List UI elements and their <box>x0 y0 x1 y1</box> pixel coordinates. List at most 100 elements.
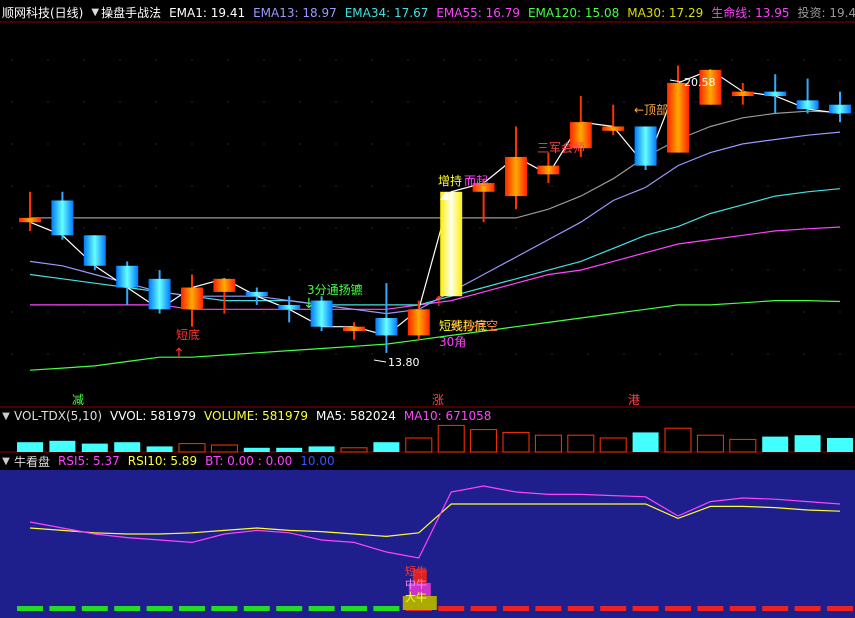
grid-dot <box>83 269 85 271</box>
grid-dot <box>587 353 589 355</box>
grid-dot <box>47 269 49 271</box>
grid-dot <box>515 353 517 355</box>
volume-bar <box>794 435 821 452</box>
trend-strip-segment <box>373 606 400 611</box>
grid-dot <box>623 143 625 145</box>
candle-body <box>829 104 851 114</box>
grid-dot <box>551 101 553 103</box>
volume-bar <box>81 443 108 452</box>
candle-body <box>278 304 301 310</box>
grid-dot <box>659 227 661 229</box>
trend-strip-segment <box>17 606 43 611</box>
grid-dot <box>11 311 13 313</box>
volume-bar <box>308 446 335 452</box>
grid-dot <box>83 143 85 145</box>
grid-dot <box>443 143 445 145</box>
grid-dot <box>191 185 193 187</box>
grid-dot <box>839 59 841 61</box>
grid-dot <box>263 101 265 103</box>
candle-body <box>634 126 657 166</box>
trend-strip-segment <box>114 606 141 611</box>
grid-dot <box>731 227 733 229</box>
candle-body <box>148 278 171 310</box>
grid-dot <box>551 311 553 313</box>
trend-strip-segment <box>179 606 205 611</box>
grid-dot <box>263 269 265 271</box>
candle-body <box>505 156 527 197</box>
candle-body <box>19 217 41 223</box>
volume-bar <box>373 442 400 452</box>
trend-strip-segment <box>438 606 465 611</box>
rise-label-right: 而起 <box>464 174 488 188</box>
grid-dot <box>155 311 157 313</box>
grid-dot <box>371 227 373 229</box>
volume-bar <box>210 444 238 453</box>
trend-strip-segment <box>762 606 789 611</box>
grid-dot <box>119 59 121 61</box>
volume-bar <box>49 440 76 452</box>
grid-dot <box>767 353 769 355</box>
grid-dot <box>767 143 769 145</box>
grid-dot <box>407 101 409 103</box>
candle-body <box>51 200 74 236</box>
grid-dot <box>443 101 445 103</box>
grid-dot <box>767 311 769 313</box>
trend-strip-segment <box>535 606 562 611</box>
grid-dot <box>839 269 841 271</box>
stock-chart[interactable]: 20.5813.80短底↑3分通扬镳↓增持 而起↑三军会师←顶部短线抄底天马行空3… <box>0 0 855 618</box>
volume-bar <box>17 442 43 452</box>
candle-body <box>116 265 139 288</box>
grid-dot <box>479 269 481 271</box>
grid-dot <box>119 101 121 103</box>
grid-dot <box>659 269 661 271</box>
volume-bar <box>178 443 206 453</box>
grid-dot <box>11 59 13 61</box>
grid-dot <box>731 59 733 61</box>
grid-dot <box>371 185 373 187</box>
grid-dot <box>335 227 337 229</box>
trend-strip-segment <box>308 606 335 611</box>
grid-dot <box>227 227 229 229</box>
grid-dot <box>479 143 481 145</box>
candle-body <box>764 91 787 96</box>
grid-dot <box>227 143 229 145</box>
grid-dot <box>155 269 157 271</box>
grid-dot <box>443 353 445 355</box>
trend-strip-segment <box>243 606 270 611</box>
grid-dot <box>407 185 409 187</box>
grid-dot <box>407 143 409 145</box>
grid-dot <box>299 101 301 103</box>
volume-bar <box>664 427 692 453</box>
grid-dot <box>119 311 121 313</box>
jump-label-sky: 天马行空 <box>450 319 498 333</box>
three-soldiers-label: 三军会师 <box>537 141 585 155</box>
candle-body <box>213 278 236 292</box>
ema120-line <box>29 300 841 371</box>
three-way-pattern-label: 3分通扬镳 <box>307 282 363 297</box>
grid-dot <box>83 227 85 229</box>
grid-dot <box>119 227 121 229</box>
candle-body <box>407 309 430 336</box>
grid-dot <box>407 227 409 229</box>
candle-body <box>375 318 398 336</box>
grid-dot <box>11 143 13 145</box>
grid-dot <box>83 311 85 313</box>
grid-dot <box>227 269 229 271</box>
grid-dot <box>479 353 481 355</box>
bull-big-label: 大牛 <box>405 590 427 604</box>
grid-dot <box>11 227 13 229</box>
candle-body <box>440 191 463 297</box>
candle-body <box>537 165 560 175</box>
marker-up-label: 涨 <box>432 392 444 407</box>
grid-dot <box>47 353 49 355</box>
volume-bar <box>243 447 270 452</box>
grid-dot <box>623 185 625 187</box>
grid-dot <box>263 185 265 187</box>
grid-dot <box>83 59 85 61</box>
grid-dot <box>371 353 373 355</box>
grid-dot <box>83 353 85 355</box>
grid-dot <box>623 101 625 103</box>
grid-dot <box>407 59 409 61</box>
candle-body <box>83 235 106 266</box>
grid-dot <box>515 269 517 271</box>
